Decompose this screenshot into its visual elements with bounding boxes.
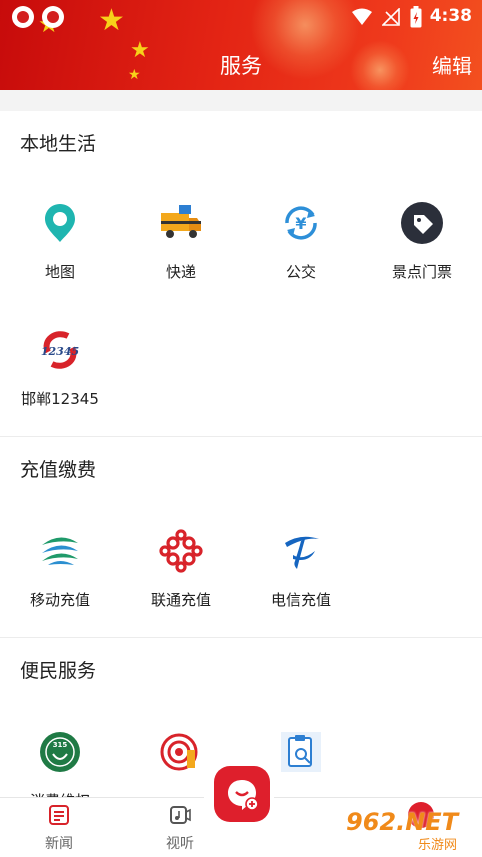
no-signal-icon [382, 8, 400, 26]
service-item-label: 邯郸12345 [21, 390, 99, 408]
service-item-label: 景点门票 [391, 263, 452, 281]
service-item-label: 地图 [44, 263, 75, 281]
service-item-mobile-recharge[interactable]: 移动充值 [0, 529, 120, 610]
service-item-label: 联通充值 [150, 591, 211, 609]
section-title: 本地生活 [20, 133, 97, 155]
app-notification-icon [42, 6, 64, 28]
service-item-label: 公交 [285, 263, 316, 281]
svg-text:315: 315 [53, 741, 68, 749]
service-item-unicom-recharge[interactable]: 联通充值 [121, 529, 241, 610]
map-pin-icon [45, 204, 75, 242]
china-unicom-icon [159, 529, 203, 573]
create-button[interactable] [204, 760, 274, 830]
service-item-bus[interactable]: ¥ 公交 [241, 201, 361, 282]
clipboard-search-icon [281, 732, 321, 772]
svg-text:12345: 12345 [41, 345, 79, 358]
tab-label: 新闻 [45, 836, 73, 852]
svg-text:¥: ¥ [295, 214, 306, 233]
delivery-truck-icon [161, 205, 201, 238]
page-title: 服务 [220, 54, 262, 78]
site-watermark: 962.NET 乐游网 [340, 800, 480, 853]
consumer-rights-icon: 315 [40, 732, 80, 772]
service-item-map[interactable]: 地图 [0, 201, 120, 282]
status-time: 4:38 [429, 6, 472, 26]
yuan-exchange-icon: ¥ [285, 206, 317, 240]
battery-charging-icon [410, 6, 422, 28]
news-icon [49, 805, 69, 825]
service-item-label: 快递 [165, 263, 196, 281]
service-item-consumer-rights[interactable]: 315 消费维权 [0, 730, 120, 798]
watermark-subtext: 乐游网 [418, 838, 458, 853]
create-button-face [214, 766, 270, 822]
service-item-express[interactable]: 快递 [121, 201, 241, 282]
section-local-life: 本地生活 地图 快递 ¥ 公交 景点门票 12345 邯郸12345 [0, 111, 482, 436]
section-recharge: 充值缴费 移动充值 联通充值 电信充值 [0, 437, 482, 637]
tab-label: 视听 [166, 836, 194, 852]
service-item-tickets[interactable]: 景点门票 [362, 201, 482, 282]
service-item-telecom-recharge[interactable]: 电信充值 [241, 529, 361, 610]
china-mobile-icon [42, 537, 78, 565]
status-bar: 4:38 [0, 0, 482, 34]
video-music-icon [170, 806, 191, 824]
wifi-icon [352, 8, 372, 25]
header-banner: ★ ★ ★ ★ 4:38 服务 编辑 [0, 0, 482, 90]
section-title: 便民服务 [20, 660, 97, 682]
target-icon [160, 733, 198, 771]
tab-news[interactable]: 新闻 [24, 804, 94, 853]
hotline-12345-icon: 12345 [41, 331, 79, 369]
service-item-hotline[interactable]: 12345 邯郸12345 [0, 328, 120, 409]
section-title: 充值缴费 [20, 459, 97, 481]
service-item-label: 电信充值 [270, 591, 331, 609]
service-item-label: 移动充值 [29, 591, 90, 609]
ticket-tag-icon [401, 202, 443, 244]
china-telecom-icon [285, 536, 319, 569]
app-notification-icon [12, 6, 34, 28]
edit-button[interactable]: 编辑 [432, 50, 472, 79]
watermark-text: 962.NET [346, 808, 459, 836]
chat-add-icon [228, 780, 259, 811]
